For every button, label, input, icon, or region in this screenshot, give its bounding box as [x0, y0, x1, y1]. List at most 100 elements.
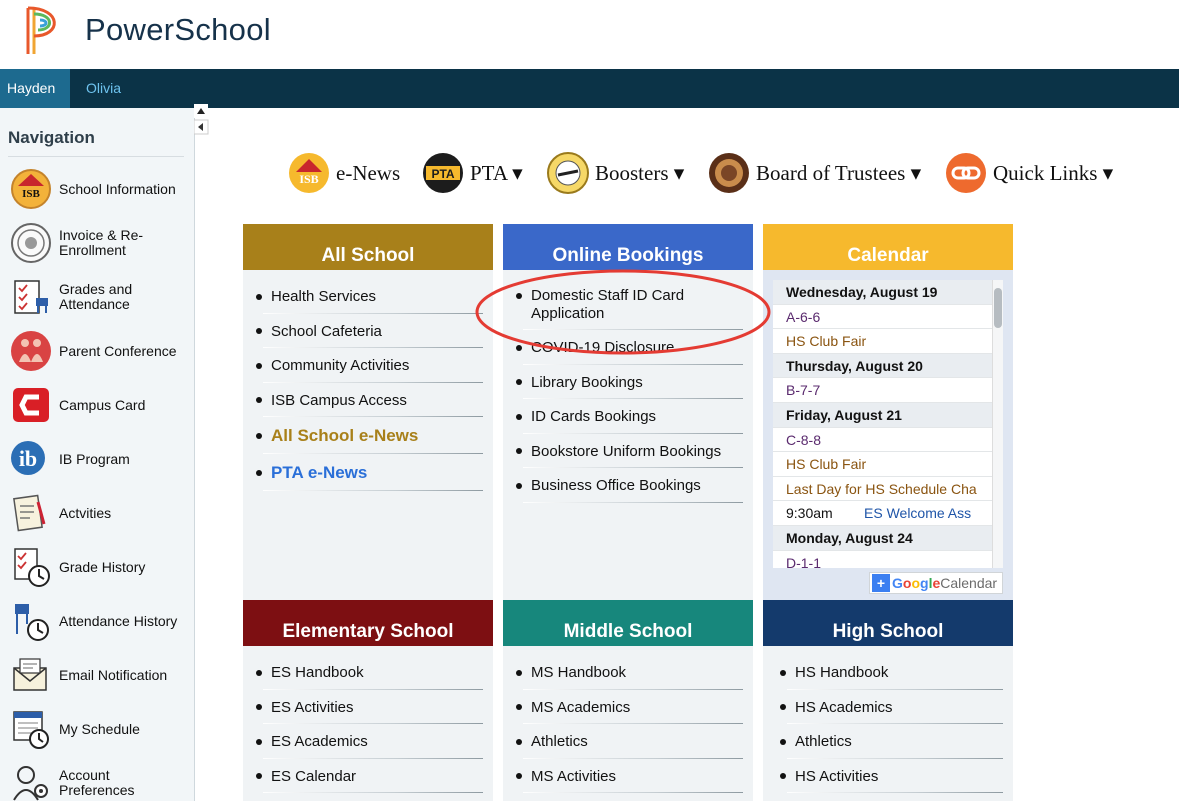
event-title: ES Welcome Ass [864, 505, 972, 522]
bullet-icon [780, 704, 786, 711]
panel-title: Elementary School [243, 600, 493, 646]
bullet-icon [780, 738, 786, 745]
bullet-icon [516, 293, 522, 299]
calendar-event[interactable]: Last Day for HS Schedule Cha [773, 477, 1002, 502]
list-item[interactable]: ISB Campus Access [251, 384, 493, 419]
list-item[interactable]: HS Academics [775, 691, 1013, 726]
list-item[interactable]: HS Handbook [775, 656, 1013, 691]
sidebar-item-grades[interactable]: Grades and Attendance [10, 272, 190, 322]
list-item[interactable]: MS Activities [511, 760, 753, 795]
parents-icon [11, 331, 51, 371]
schedule-icon [13, 711, 49, 749]
sidebar-item-label: IB Program [59, 450, 130, 467]
sidebar-item-parent-conference[interactable]: Parent Conference [10, 326, 190, 376]
calendar-day: Friday, August 21 [773, 402, 1002, 428]
calendar-event[interactable]: HS Club Fair [773, 329, 1002, 354]
topmenu-pta[interactable]: PTA PTA ▾ [421, 150, 523, 196]
calendar-scrollbar[interactable] [992, 280, 1003, 568]
pta-enews-link[interactable]: PTA e-News [251, 455, 493, 492]
bullet-icon [256, 704, 262, 711]
panel-title: Online Bookings [503, 224, 753, 270]
bullet-icon [256, 773, 262, 780]
list-item[interactable]: School Cafeteria [251, 315, 493, 350]
pta-icon: PTA [423, 153, 463, 193]
topmenu-boosters[interactable]: Boosters ▾ [546, 150, 684, 196]
student-tab-hayden[interactable]: Hayden [0, 69, 70, 108]
calendar-event[interactable]: A-6-6 [773, 305, 1002, 330]
list-item[interactable]: Business Office Bookings [511, 469, 753, 504]
calendar-event[interactable]: D-1-1 [773, 551, 1002, 568]
list-item[interactable]: Athletics [775, 725, 1013, 760]
panel-title: Calendar [763, 224, 1013, 270]
calendar-event[interactable]: C-8-8 [773, 428, 1002, 453]
list-item[interactable]: Community Activities [251, 349, 493, 384]
powerschool-logo-icon[interactable] [24, 6, 64, 56]
grade-history-icon [14, 548, 50, 587]
sidebar-item-email-notification[interactable]: Email Notification [10, 650, 190, 700]
topmenu-board-of-trustees[interactable]: Board of Trustees ▾ [707, 150, 921, 196]
sidebar-item-activities[interactable]: Actvities [10, 488, 190, 538]
topmenu-enews[interactable]: ISB e-News [287, 150, 400, 196]
isb-enews-icon: ISB [289, 153, 329, 193]
bullet-icon [256, 433, 262, 439]
sidebar-item-school-information[interactable]: ISB School Information [10, 164, 190, 214]
list-item[interactable]: Athletics [511, 725, 753, 760]
panel-middle-school: Middle School MS Handbook MS Academics A… [503, 600, 753, 801]
list-item[interactable]: HS Activities [775, 760, 1013, 795]
sidebar-item-attendance-history[interactable]: Attendance History [10, 596, 190, 646]
sidebar-item-grade-history[interactable]: Grade History [10, 542, 190, 592]
calendar-body: Wednesday, August 19 A-6-6 HS Club Fair … [763, 270, 1013, 568]
list-item[interactable]: ES Handbook [251, 656, 493, 691]
account-icon [13, 766, 48, 801]
bullet-icon [516, 669, 522, 676]
student-tab-olivia[interactable]: Olivia [79, 69, 128, 108]
collapse-sidebar-icon[interactable] [194, 104, 212, 138]
list-item[interactable]: Domestic Staff ID Card Application [511, 280, 753, 331]
calendar-day: Thursday, August 20 [773, 353, 1002, 379]
sidebar-item-my-schedule[interactable]: My Schedule [10, 704, 190, 754]
sidebar-item-invoice[interactable]: Invoice & Re-Enrollment [10, 218, 190, 268]
all-school-enews-link[interactable]: All School e-News [251, 418, 493, 455]
sidebar-item-label: Campus Card [59, 396, 146, 413]
calendar-agenda[interactable]: Wednesday, August 19 A-6-6 HS Club Fair … [773, 280, 1002, 568]
bullet-icon [256, 470, 262, 476]
sidebar-item-campus-card[interactable]: Campus Card [10, 380, 190, 430]
google-calendar-button[interactable]: + Google Calendar [869, 572, 1003, 594]
list-item[interactable]: MS Academics [511, 691, 753, 726]
sidebar-item-ib-program[interactable]: ib IB Program [10, 434, 190, 484]
list-item[interactable]: Library Bookings [511, 366, 753, 401]
panel-online-bookings: Online Bookings Domestic Staff ID Card A… [503, 224, 753, 600]
panel-all-school: All School Health Services School Cafete… [243, 224, 493, 600]
list-item[interactable]: ES Activities [251, 691, 493, 726]
list-item[interactable]: MS Handbook [511, 656, 753, 691]
topmenu-quick-links[interactable]: Quick Links ▾ [944, 150, 1113, 196]
list-item[interactable]: ES Calendar [251, 760, 493, 795]
calendar-timed-event[interactable]: 9:30am ES Welcome Ass [773, 501, 1002, 526]
sidebar: Navigation ISB School Information Invoic… [0, 108, 195, 801]
brand-title: PowerSchool [85, 12, 271, 47]
list-item[interactable]: ES Academics [251, 725, 493, 760]
bullet-icon [516, 738, 522, 745]
list-item[interactable]: COVID-19 Disclosure [511, 331, 753, 366]
bullet-icon [516, 448, 522, 455]
bullet-icon [780, 669, 786, 676]
svg-text:PTA: PTA [431, 167, 454, 181]
calendar-event[interactable]: B-7-7 [773, 378, 1002, 403]
panel-title: High School [763, 600, 1013, 646]
panel-elementary-school: Elementary School ES Handbook ES Activit… [243, 600, 493, 801]
list-item[interactable]: ID Cards Bookings [511, 400, 753, 435]
scrollbar-thumb[interactable] [994, 288, 1002, 328]
panel-calendar: Calendar Wednesday, August 19 A-6-6 HS C… [763, 224, 1013, 600]
plus-icon: + [872, 574, 890, 592]
sidebar-item-account-preferences[interactable]: Account Preferences [10, 758, 190, 801]
campus-card-icon [13, 388, 49, 422]
calendar-event[interactable]: HS Club Fair [773, 452, 1002, 477]
bullet-icon [256, 362, 262, 369]
topmenu-label: PTA ▾ [470, 160, 523, 185]
bullet-icon [516, 379, 522, 386]
list-item[interactable]: Health Services [251, 280, 493, 315]
bullet-icon [256, 397, 262, 404]
panel-high-school: High School HS Handbook HS Academics Ath… [763, 600, 1013, 801]
sidebar-item-label: Grade History [59, 558, 146, 575]
list-item[interactable]: Bookstore Uniform Bookings [511, 435, 753, 470]
